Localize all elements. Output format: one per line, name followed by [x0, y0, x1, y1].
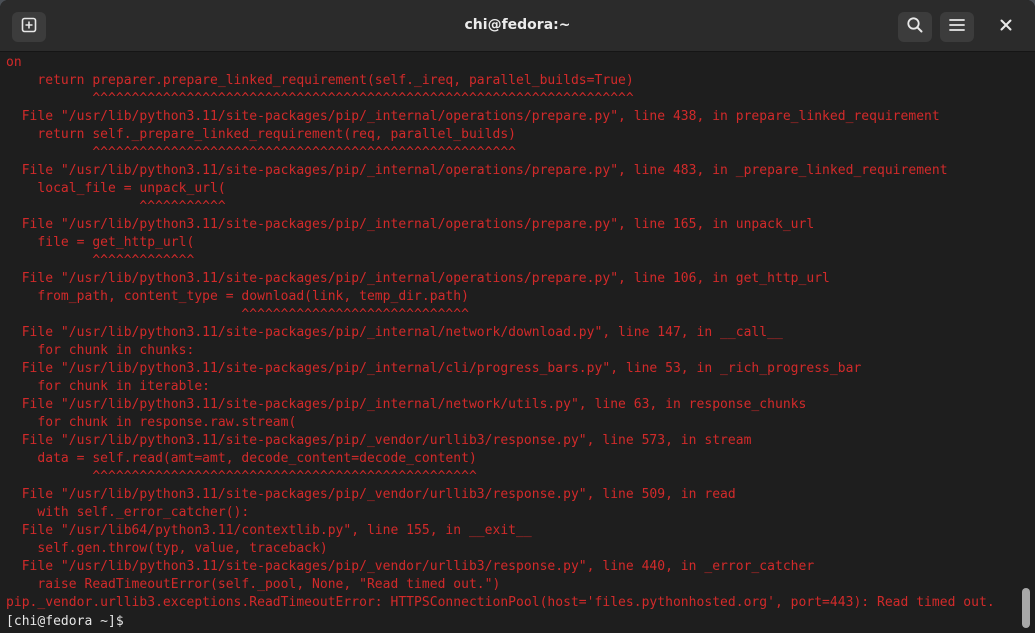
terminal-error-line: with self._error_catcher():	[6, 505, 250, 520]
terminal-error-line: for chunk in response.raw.stream(	[6, 415, 297, 430]
terminal-error-line: File "/usr/lib64/python3.11/contextlib.p…	[6, 523, 532, 538]
terminal-error-line: return preparer.prepare_linked_requireme…	[6, 73, 634, 88]
title-bar: chi@fedora:~	[0, 0, 1035, 52]
hamburger-menu-icon	[949, 18, 965, 37]
menu-button[interactable]	[940, 12, 974, 42]
terminal-error-line: ^^^^^^^^^^^	[6, 199, 226, 214]
terminal-error-line: raise ReadTimeoutError(self._pool, None,…	[6, 577, 501, 592]
terminal-error-line: ^^^^^^^^^^^^^^^^^^^^^^^^^^^^^	[6, 307, 469, 322]
terminal-error-line: for chunk in chunks:	[6, 343, 195, 358]
terminal-error-line: pip._vendor.urllib3.exceptions.ReadTimeo…	[6, 595, 995, 610]
search-icon	[906, 16, 924, 39]
scrollbar[interactable]	[1016, 52, 1035, 633]
search-button[interactable]	[898, 12, 932, 42]
terminal-error-line: File "/usr/lib/python3.11/site-packages/…	[6, 397, 807, 412]
terminal-error-line: from_path, content_type = download(link,…	[6, 289, 469, 304]
terminal-error-line: ^^^^^^^^^^^^^^^^^^^^^^^^^^^^^^^^^^^^^^^^…	[6, 91, 634, 106]
terminal-error-line: ^^^^^^^^^^^^^^^^^^^^^^^^^^^^^^^^^^^^^^^^…	[6, 469, 477, 484]
terminal-error-line: File "/usr/lib/python3.11/site-packages/…	[6, 325, 783, 340]
terminal-error-line: return self._prepare_linked_requirement(…	[6, 127, 517, 142]
terminal-error-line: self.gen.throw(typ, value, traceback)	[6, 541, 328, 556]
terminal-error-line: File "/usr/lib/python3.11/site-packages/…	[6, 559, 815, 574]
terminal-error-line: data = self.read(amt=amt, decode_content…	[6, 451, 477, 466]
shell-prompt: [chi@fedora ~]$	[6, 614, 132, 629]
terminal-error-line: File "/usr/lib/python3.11/site-packages/…	[6, 487, 736, 502]
terminal-error-line: for chunk in iterable:	[6, 379, 211, 394]
terminal-lines: on return preparer.prepare_linked_requir…	[6, 54, 995, 630]
terminal-error-line: ^^^^^^^^^^^^^^^^^^^^^^^^^^^^^^^^^^^^^^^^…	[6, 145, 517, 160]
close-button[interactable]	[989, 12, 1023, 42]
terminal-error-line: ^^^^^^^^^^^^^	[6, 253, 195, 268]
terminal-error-line: on	[6, 55, 22, 70]
terminal-error-line: File "/usr/lib/python3.11/site-packages/…	[6, 163, 948, 178]
close-icon	[1000, 18, 1012, 36]
terminal-error-line: local_file = unpack_url(	[6, 181, 226, 196]
terminal-error-line: file = get_http_url(	[6, 235, 195, 250]
terminal-error-line: File "/usr/lib/python3.11/site-packages/…	[6, 361, 862, 376]
shell-prompt-line[interactable]: [chi@fedora ~]$	[6, 612, 995, 630]
terminal-window: chi@fedora:~ on return preparer.prepare_…	[0, 0, 1035, 633]
window-title: chi@fedora:~	[464, 17, 571, 33]
scrollbar-thumb[interactable]	[1022, 588, 1030, 628]
terminal-error-line: File "/usr/lib/python3.11/site-packages/…	[6, 433, 752, 448]
terminal-output-area[interactable]: on return preparer.prepare_linked_requir…	[0, 52, 1016, 633]
terminal-error-line: File "/usr/lib/python3.11/site-packages/…	[6, 109, 940, 124]
terminal-error-line: File "/usr/lib/python3.11/site-packages/…	[6, 271, 830, 286]
terminal-error-line: File "/usr/lib/python3.11/site-packages/…	[6, 217, 815, 232]
text-cursor	[132, 612, 140, 627]
